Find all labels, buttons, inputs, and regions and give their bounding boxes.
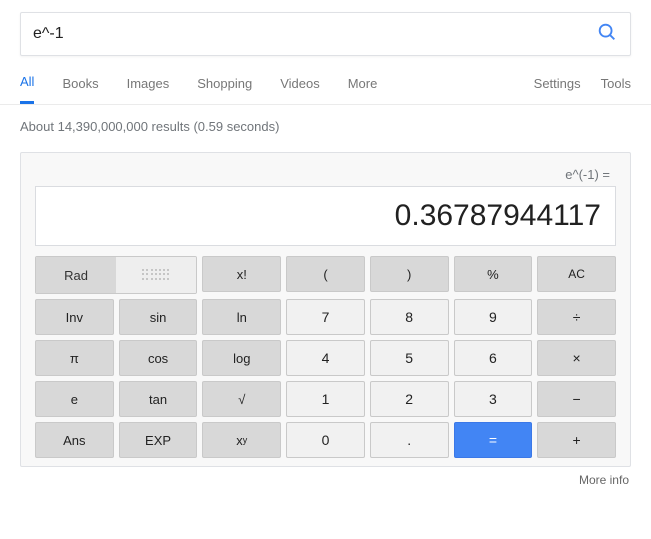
calculator-card: e^(-1) = 0.36787944117 Rad x! ( ) % AC I… xyxy=(20,152,631,467)
tabs-bar: All Books Images Shopping Videos More Se… xyxy=(0,74,651,105)
rad-button[interactable]: Rad xyxy=(36,257,116,293)
digit-9-button[interactable]: 9 xyxy=(454,299,533,335)
equals-button[interactable]: = xyxy=(454,422,533,458)
rparen-button[interactable]: ) xyxy=(370,256,449,292)
digit-4-button[interactable]: 4 xyxy=(286,340,365,376)
inv-button[interactable]: Inv xyxy=(35,299,114,335)
tan-button[interactable]: tan xyxy=(119,381,198,417)
ac-button[interactable]: AC xyxy=(537,256,616,292)
ln-button[interactable]: ln xyxy=(202,299,281,335)
power-button[interactable]: xy xyxy=(202,422,281,458)
exp-button[interactable]: EXP xyxy=(119,422,198,458)
tab-tools[interactable]: Tools xyxy=(601,76,631,103)
log-button[interactable]: log xyxy=(202,340,281,376)
digit-1-button[interactable]: 1 xyxy=(286,381,365,417)
search-input[interactable] xyxy=(33,25,596,43)
tab-settings[interactable]: Settings xyxy=(534,76,581,103)
digit-2-button[interactable]: 2 xyxy=(370,381,449,417)
history-icon xyxy=(142,269,170,281)
cos-button[interactable]: cos xyxy=(119,340,198,376)
digit-7-button[interactable]: 7 xyxy=(286,299,365,335)
calc-keypad: Rad x! ( ) % AC Inv sin ln 7 8 9 ÷ π cos… xyxy=(35,256,616,458)
factorial-button[interactable]: x! xyxy=(202,256,281,292)
tab-shopping[interactable]: Shopping xyxy=(197,76,252,103)
percent-button[interactable]: % xyxy=(454,256,533,292)
digit-8-button[interactable]: 8 xyxy=(370,299,449,335)
sqrt-button[interactable]: √ xyxy=(202,381,281,417)
ans-button[interactable]: Ans xyxy=(35,422,114,458)
decimal-button[interactable]: . xyxy=(370,422,449,458)
digit-6-button[interactable]: 6 xyxy=(454,340,533,376)
search-icon[interactable] xyxy=(596,21,618,48)
e-button[interactable]: e xyxy=(35,381,114,417)
digit-5-button[interactable]: 5 xyxy=(370,340,449,376)
rad-deg-toggle[interactable]: Rad xyxy=(35,256,197,294)
deg-button[interactable] xyxy=(116,257,196,293)
tab-videos[interactable]: Videos xyxy=(280,76,320,103)
pi-button[interactable]: π xyxy=(35,340,114,376)
more-info-link[interactable]: More info xyxy=(0,467,651,487)
search-box[interactable] xyxy=(20,12,631,56)
tab-books[interactable]: Books xyxy=(62,76,98,103)
add-button[interactable]: + xyxy=(537,422,616,458)
digit-0-button[interactable]: 0 xyxy=(286,422,365,458)
lparen-button[interactable]: ( xyxy=(286,256,365,292)
multiply-button[interactable]: × xyxy=(537,340,616,376)
digit-3-button[interactable]: 3 xyxy=(454,381,533,417)
subtract-button[interactable]: − xyxy=(537,381,616,417)
tab-images[interactable]: Images xyxy=(127,76,170,103)
result-stats: About 14,390,000,000 results (0.59 secon… xyxy=(0,105,651,144)
calc-expression: e^(-1) = xyxy=(35,167,616,186)
calc-result: 0.36787944117 xyxy=(35,186,616,246)
tab-all[interactable]: All xyxy=(20,74,34,104)
divide-button[interactable]: ÷ xyxy=(537,299,616,335)
tab-more[interactable]: More xyxy=(348,76,378,103)
sin-button[interactable]: sin xyxy=(119,299,198,335)
